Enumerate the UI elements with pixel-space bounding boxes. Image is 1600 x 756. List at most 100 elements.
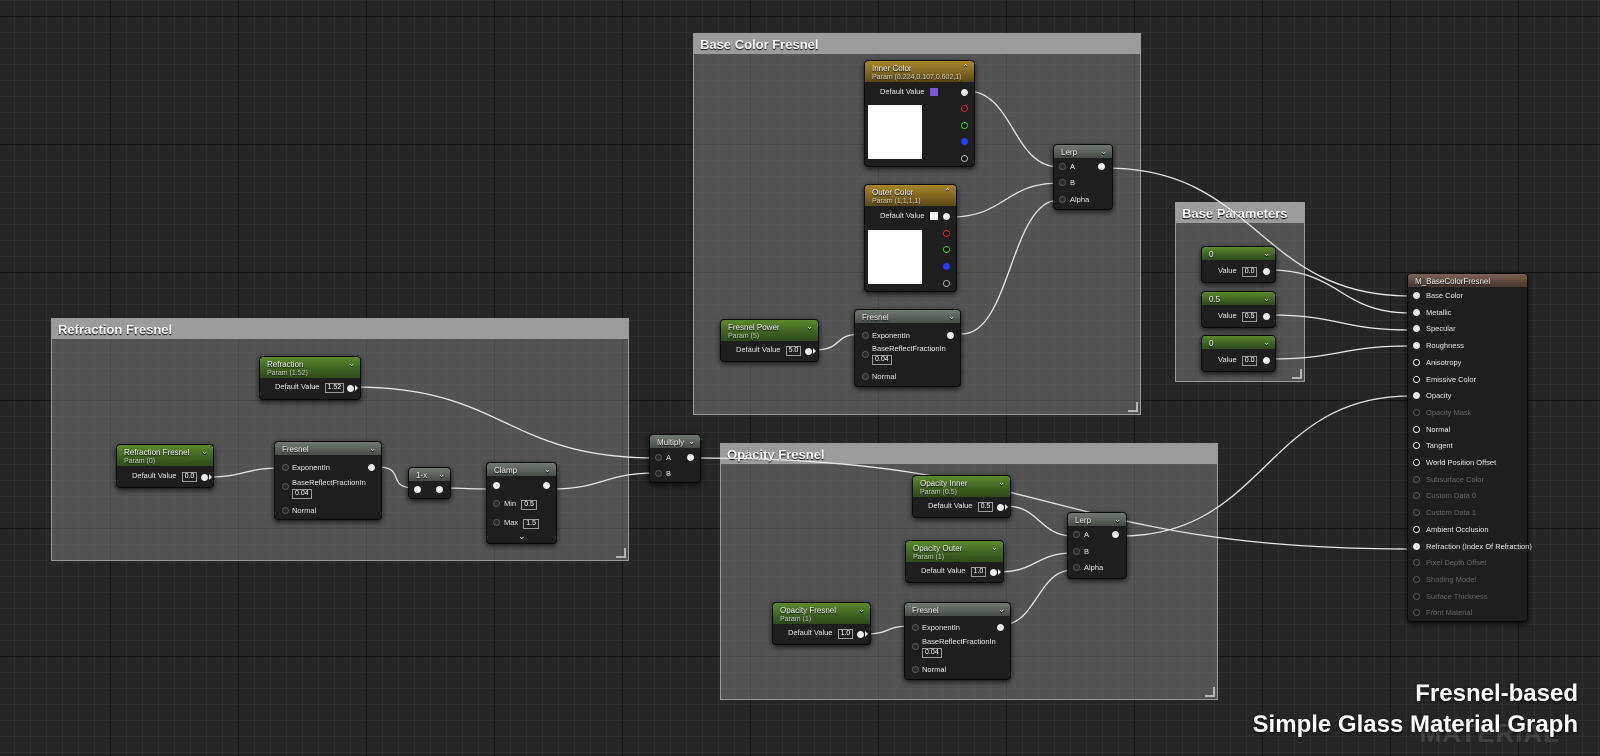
- color-swatch[interactable]: [929, 212, 938, 221]
- base-reflect-value[interactable]: 0.04: [872, 354, 892, 365]
- material-input-pin[interactable]: [1413, 592, 1420, 600]
- node-one-minus[interactable]: 1-x ⌄: [408, 467, 451, 499]
- value-field[interactable]: 0.0: [1241, 356, 1258, 366]
- output-pin[interactable]: [1263, 313, 1270, 320]
- node-header[interactable]: 0 ⌄: [1202, 336, 1275, 349]
- material-input-pin[interactable]: [1413, 325, 1420, 333]
- output-pin-rgb[interactable]: [943, 213, 950, 220]
- node-header[interactable]: Refraction Fresnel Param (0) ⌄: [117, 445, 213, 466]
- node-header[interactable]: Opacity Fresnel Param (1) ⌄: [773, 603, 870, 624]
- chevron-down-icon[interactable]: ⌄: [1263, 294, 1270, 303]
- output-pin-r[interactable]: [961, 105, 968, 112]
- node-header[interactable]: Clamp ⌄: [487, 463, 556, 476]
- output-pin-r[interactable]: [943, 230, 950, 237]
- input-pin-alpha[interactable]: [1059, 196, 1066, 203]
- node-header[interactable]: Outer Color Param (1,1,1,1) ⌃: [865, 185, 956, 206]
- node-header[interactable]: Opacity Inner Param (0.5) ⌄: [913, 476, 1010, 497]
- node-opacity-inner[interactable]: Opacity Inner Param (0.5) ⌄ Default Valu…: [912, 475, 1011, 518]
- chevron-down-icon[interactable]: ⌄: [1100, 147, 1107, 156]
- material-input-pin[interactable]: [1413, 342, 1420, 350]
- material-input-pin[interactable]: [1413, 525, 1420, 533]
- output-pin[interactable]: [201, 474, 208, 481]
- chevron-down-icon[interactable]: ⌄: [348, 359, 355, 368]
- output-pin-a[interactable]: [943, 280, 950, 287]
- chevron-down-icon[interactable]: ⌄: [858, 605, 865, 614]
- node-lerp-opacity[interactable]: Lerp ⌄ A B Alpha: [1067, 512, 1127, 579]
- node-header[interactable]: Fresnel ⌄: [905, 603, 1010, 616]
- value-field[interactable]: 0.5: [521, 500, 537, 510]
- output-pin[interactable]: [1112, 531, 1119, 538]
- output-pin[interactable]: [687, 454, 694, 461]
- output-pin[interactable]: [805, 348, 812, 355]
- chevron-down-icon[interactable]: ⌄: [998, 478, 1005, 487]
- resize-handle[interactable]: [616, 548, 626, 558]
- output-pin[interactable]: [436, 486, 443, 493]
- output-pin[interactable]: [997, 624, 1004, 631]
- material-input-pin[interactable]: [1413, 459, 1420, 466]
- node-opacity-fresnel-param[interactable]: Opacity Fresnel Param (1) ⌄ Default Valu…: [772, 602, 871, 645]
- value-field[interactable]: 1.0: [970, 567, 987, 577]
- value-field[interactable]: 5.0: [785, 346, 802, 356]
- input-pin-b[interactable]: [655, 470, 662, 477]
- output-pin[interactable]: [947, 332, 954, 339]
- color-swatch[interactable]: [929, 88, 938, 97]
- material-input-pin[interactable]: [1413, 375, 1420, 383]
- material-input-pin[interactable]: [1413, 509, 1420, 517]
- value-field[interactable]: 0.5: [977, 502, 994, 512]
- value-field[interactable]: 0.0: [181, 472, 198, 482]
- output-pin-b[interactable]: [943, 263, 950, 270]
- input-pin[interactable]: [414, 486, 421, 493]
- resize-handle[interactable]: [1205, 687, 1215, 697]
- input-pin-alpha[interactable]: [1073, 564, 1080, 571]
- node-inner-color[interactable]: Inner Color Param (0.224,0.107,0.602,1) …: [864, 60, 975, 167]
- input-pin-min[interactable]: [493, 500, 500, 507]
- output-pin[interactable]: [990, 569, 997, 576]
- output-pin[interactable]: [368, 464, 375, 471]
- node-header[interactable]: Opacity Outer Param (1) ⌄: [906, 541, 1003, 562]
- chevron-up-icon[interactable]: ⌃: [944, 187, 951, 196]
- chevron-down-icon[interactable]: ⌄: [991, 543, 998, 552]
- chevron-down-icon[interactable]: ⌄: [806, 322, 813, 331]
- node-clamp[interactable]: Clamp ⌄ Min 0.5 Max 1.5 ⌄: [486, 462, 557, 544]
- chevron-down-icon[interactable]: ⌄: [438, 470, 445, 479]
- node-refraction-param[interactable]: Refraction Param (1.52) ⌄ Default Value …: [259, 356, 361, 400]
- output-pin-g[interactable]: [943, 246, 950, 253]
- input-pin-b[interactable]: [1059, 179, 1066, 186]
- chevron-down-icon[interactable]: ⌄: [998, 605, 1005, 614]
- input-pin-normal[interactable]: [862, 373, 869, 380]
- material-input-pin[interactable]: [1413, 442, 1420, 450]
- input-pin-exponent[interactable]: [862, 332, 869, 339]
- chevron-down-icon[interactable]: ⌄: [1263, 249, 1270, 258]
- material-input-pin[interactable]: [1413, 609, 1420, 617]
- node-header[interactable]: M_BaseColorFresnel: [1408, 274, 1527, 287]
- node-lerp-base-color[interactable]: Lerp ⌄ A B Alpha: [1053, 144, 1113, 210]
- material-input-pin[interactable]: [1413, 392, 1420, 400]
- expand-chevron-icon[interactable]: ⌄: [518, 531, 526, 542]
- input-pin-max[interactable]: [493, 519, 500, 526]
- output-pin-rgb[interactable]: [961, 89, 968, 96]
- output-pin-g[interactable]: [961, 122, 968, 129]
- node-fresnel-opacity[interactable]: Fresnel ⌄ ExponentIn BaseReflectFraction…: [904, 602, 1011, 680]
- input-pin-a[interactable]: [1059, 163, 1066, 170]
- output-pin[interactable]: [997, 504, 1004, 511]
- value-field[interactable]: 0.5: [1241, 312, 1258, 322]
- node-fresnel-power[interactable]: Fresnel Power Param (5) ⌄ Default Value …: [720, 319, 819, 362]
- input-pin-a[interactable]: [1073, 531, 1080, 538]
- resize-handle[interactable]: [1292, 369, 1302, 379]
- resize-handle[interactable]: [1128, 402, 1138, 412]
- node-fresnel-base-color[interactable]: Fresnel ⌄ ExponentIn BaseReflectFraction…: [854, 309, 961, 387]
- node-constant-roughness[interactable]: 0 ⌄ Value 0.0: [1201, 335, 1276, 372]
- chevron-down-icon[interactable]: ⌄: [544, 465, 551, 474]
- input-pin-normal[interactable]: [282, 507, 289, 514]
- value-field[interactable]: 0.0: [1241, 267, 1258, 277]
- node-header[interactable]: Refraction Param (1.52) ⌄: [260, 357, 360, 378]
- input-pin-base-reflect[interactable]: [912, 643, 919, 650]
- node-header[interactable]: Fresnel ⌄: [855, 310, 960, 323]
- output-pin[interactable]: [1263, 357, 1270, 364]
- node-outer-color[interactable]: Outer Color Param (1,1,1,1) ⌃ Default Va…: [864, 184, 957, 292]
- node-fresnel-refraction[interactable]: Fresnel ⌄ ExponentIn BaseReflectFraction…: [274, 441, 382, 520]
- input-pin-exponent[interactable]: [282, 464, 289, 471]
- output-pin[interactable]: [857, 631, 864, 638]
- input-pin-base-reflect[interactable]: [282, 483, 289, 490]
- node-multiply[interactable]: Multiply ⌄ A B: [649, 434, 701, 483]
